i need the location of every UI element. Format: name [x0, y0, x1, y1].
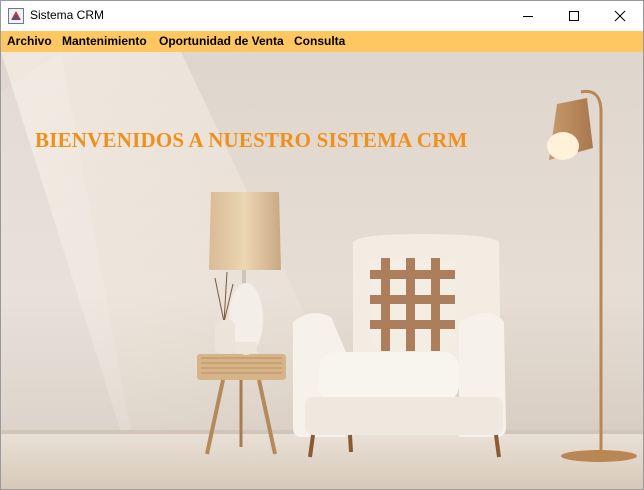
menu-archivo[interactable]: Archivo — [7, 34, 52, 48]
java-app-icon — [8, 8, 24, 24]
close-icon — [614, 10, 626, 22]
living-room-background-image — [1, 52, 643, 489]
minimize-button[interactable] — [505, 1, 551, 31]
maximize-button[interactable] — [551, 1, 597, 31]
menu-oportunidad-de-venta[interactable]: Oportunidad de Venta — [159, 34, 284, 48]
window-title: Sistema CRM — [30, 8, 105, 22]
main-content: BIENVENIDOS A NUESTRO SISTEMA CRM — [1, 52, 643, 489]
welcome-heading: BIENVENIDOS A NUESTRO SISTEMA CRM — [35, 128, 468, 152]
minimize-icon — [523, 16, 533, 17]
menu-consulta[interactable]: Consulta — [294, 34, 345, 48]
title-bar[interactable]: Sistema CRM — [1, 1, 643, 31]
maximize-icon — [569, 11, 579, 21]
app-window: Sistema CRM Archivo Mantenimiento Oportu… — [0, 0, 644, 490]
menu-bar: Archivo Mantenimiento Oportunidad de Ven… — [1, 31, 643, 52]
close-button[interactable] — [597, 1, 643, 31]
menu-mantenimiento[interactable]: Mantenimiento — [62, 34, 147, 48]
